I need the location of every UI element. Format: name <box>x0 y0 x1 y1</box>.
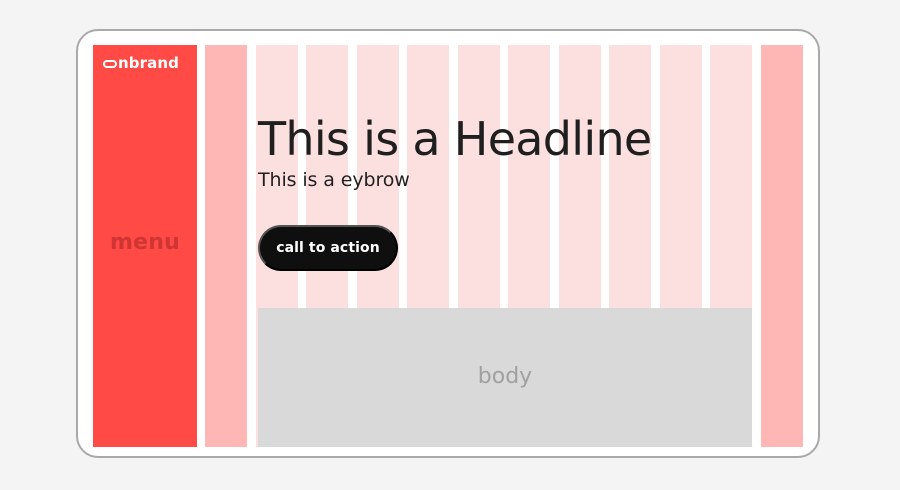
device-frame: nbrand menu This is a Headline This is a… <box>76 29 820 458</box>
page-canvas: nbrand menu This is a Headline This is a… <box>0 0 900 490</box>
brand-logo-text: nbrand <box>118 54 179 72</box>
menu-label: menu <box>110 230 180 255</box>
right-gutter-column <box>761 45 803 447</box>
body-label: body <box>477 364 533 389</box>
brand-logo: nbrand <box>103 55 179 71</box>
brand-logo-icon <box>103 59 117 68</box>
call-to-action-button[interactable]: call to action <box>258 225 398 271</box>
hero-eyebrow: This is a eybrow <box>258 169 410 191</box>
hero-headline: This is a Headline <box>258 112 652 166</box>
left-gutter-column <box>205 45 247 447</box>
